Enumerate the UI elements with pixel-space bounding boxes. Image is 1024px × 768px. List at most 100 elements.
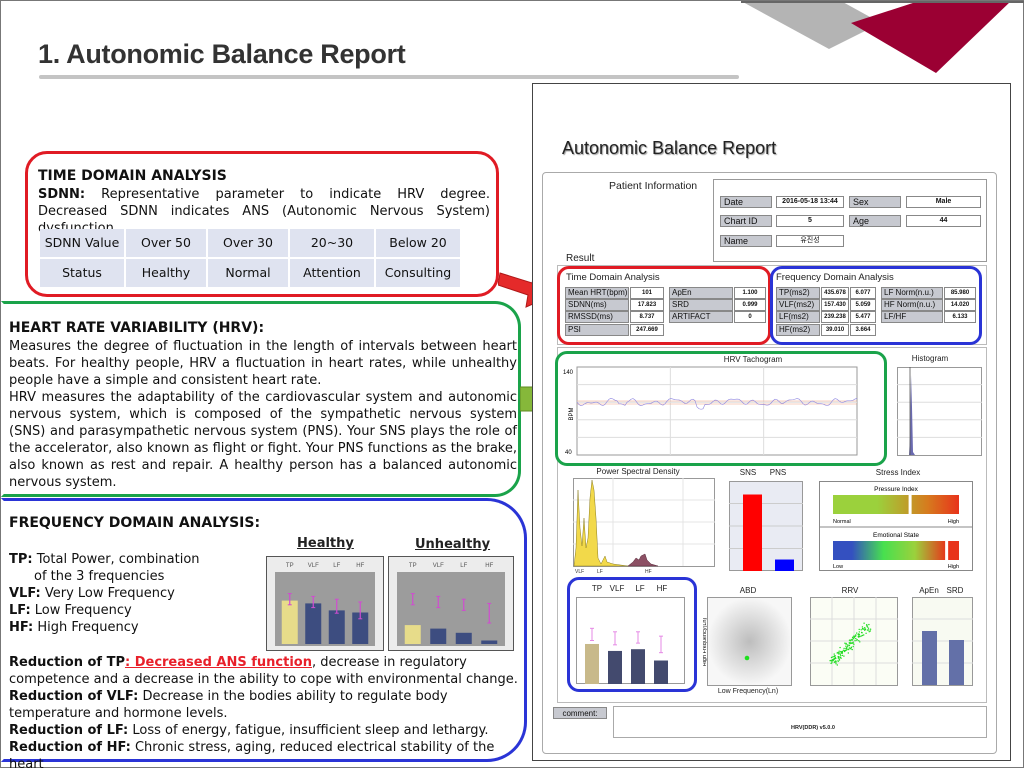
definition-text: Total Power, combination	[32, 552, 200, 567]
rrv-point	[839, 646, 841, 649]
rrv-point	[851, 642, 853, 644]
reduction-highlight: : Decreased ANS function	[124, 655, 312, 670]
rrv-point	[858, 635, 860, 638]
rrv-point	[835, 663, 837, 665]
rrv-point	[837, 651, 839, 654]
title-underline	[39, 75, 739, 79]
age-label: Age	[849, 215, 901, 227]
tachogram-highlight	[555, 351, 887, 466]
abd-ylabel: High Frequency(Ln)	[703, 618, 708, 667]
rrv-point	[841, 654, 844, 657]
table-cell: Consulting	[376, 259, 460, 287]
definition-term: LF:	[9, 603, 31, 618]
name-label: Name	[720, 235, 772, 247]
rrv-point	[853, 643, 855, 645]
comment-label: comment:	[553, 707, 607, 719]
table-cell: Over 30	[208, 229, 288, 257]
pressure-title: Pressure Index	[874, 486, 918, 493]
rrv-point	[849, 647, 851, 650]
table-cell: Status	[40, 259, 124, 287]
rrv-point	[851, 648, 853, 651]
reduction-term: Reduction of TP	[9, 655, 125, 670]
pressure-high-label: High	[948, 519, 959, 525]
reduction-term: Reduction of LF:	[9, 723, 129, 738]
reduction-hf: Reduction of HF: Chronic stress, aging, …	[9, 739, 527, 768]
chart-id-label: Chart ID	[720, 215, 772, 227]
table-cell: Below 20	[376, 229, 460, 257]
rrv-point	[839, 656, 842, 659]
rrv-point	[861, 634, 864, 637]
rrv-point	[850, 646, 853, 649]
comment-field[interactable]	[613, 706, 987, 738]
date-value: 2016-05-18 13:44	[776, 196, 844, 208]
report-preview-panel: Autonomic Balance Report Patient Informa…	[532, 83, 1011, 761]
rrv-point	[848, 644, 850, 647]
rrv-point	[860, 631, 863, 634]
version-label: HRV(DDR) v5.0.0	[791, 725, 835, 731]
red-chevron-shape	[851, 1, 1011, 73]
pressure-marker	[908, 495, 912, 514]
hrv-paragraph-1: Measures the degree of fluctuation in th…	[9, 339, 517, 388]
rrv-title: RRV	[841, 586, 859, 595]
rrv-point	[852, 645, 854, 648]
rrv-point	[847, 652, 849, 654]
page-title: 1. Autonomic Balance Report	[38, 39, 406, 69]
rrv-point	[833, 653, 835, 655]
rrv-point	[855, 637, 857, 640]
corner-decoration	[741, 1, 1024, 73]
definition-term: VLF:	[9, 586, 41, 601]
bar-label: VLF	[308, 563, 319, 569]
frequency-definitions: TP: Total Power, combination of the 3 fr…	[9, 551, 249, 636]
report-title: Autonomic Balance Report	[562, 138, 777, 158]
rrv-point	[853, 638, 855, 640]
name-value: 유진성	[776, 235, 844, 247]
result-label: Result	[566, 253, 595, 264]
rrv-point	[840, 655, 842, 657]
rrv-point	[841, 652, 843, 654]
psd-title: Power Spectral Density	[596, 467, 680, 476]
table-cell: Healthy	[126, 259, 206, 287]
table-cell: Attention	[290, 259, 374, 287]
abd-chart: High Frequency(Ln)	[703, 597, 792, 686]
reduction-list: Reduction of TP: Decreased ANS function,…	[9, 654, 527, 768]
hrv-paragraph-2: HRV measures the adaptability of the car…	[9, 390, 517, 490]
rrv-point	[846, 645, 849, 647]
stress-index-chart: Pressure Index Normal High Emotional State L…	[819, 481, 973, 571]
x-tick-label: LF	[597, 569, 603, 574]
histogram-chart	[897, 367, 982, 456]
apen-bar	[922, 631, 937, 685]
srd-chart-label: SRD	[946, 586, 964, 595]
bar	[281, 600, 298, 644]
table-cell: Over 50	[126, 229, 206, 257]
bar-label: TP	[286, 563, 294, 569]
psd-chart: VLF LF HF	[573, 478, 715, 574]
pns-bar	[775, 559, 794, 571]
rrv-point	[842, 649, 845, 651]
apen-chart-label: ApEn	[919, 586, 939, 595]
bar-label: HF	[356, 563, 364, 569]
rrv-point	[868, 623, 870, 626]
definition-lf: LF: Low Frequency	[9, 602, 249, 619]
srd-bar	[949, 640, 964, 685]
pressure-low-label: Normal	[833, 519, 851, 525]
sdnn-status-table: SDNN Value Over 50 Over 30 20~30 Below 2…	[38, 227, 462, 289]
rrv-point	[831, 662, 833, 664]
definition-text: Very Low Frequency	[40, 586, 175, 601]
rrv-point	[856, 632, 858, 634]
rrv-point	[864, 628, 867, 631]
rrv-point	[846, 647, 848, 650]
rrv-point	[832, 659, 834, 661]
healthy-bar-chart: TP VLF LF HF	[266, 556, 384, 651]
definition-hf: HF: High Frequency	[9, 619, 249, 636]
rrv-point	[838, 657, 840, 659]
table-cell: Normal	[208, 259, 288, 287]
rrv-point	[843, 655, 845, 657]
hrv-heading: HEART RATE VARIABILITY (HRV):	[9, 320, 265, 336]
rrv-point	[839, 653, 841, 655]
table-row: SDNN Value Over 50 Over 30 20~30 Below 2…	[40, 229, 460, 257]
rrv-point	[845, 649, 847, 652]
unhealthy-bar-chart: TP VLF LF HF	[388, 556, 514, 651]
rrv-point	[854, 640, 856, 642]
rrv-point	[869, 628, 872, 630]
apen-srd-chart	[912, 597, 973, 686]
